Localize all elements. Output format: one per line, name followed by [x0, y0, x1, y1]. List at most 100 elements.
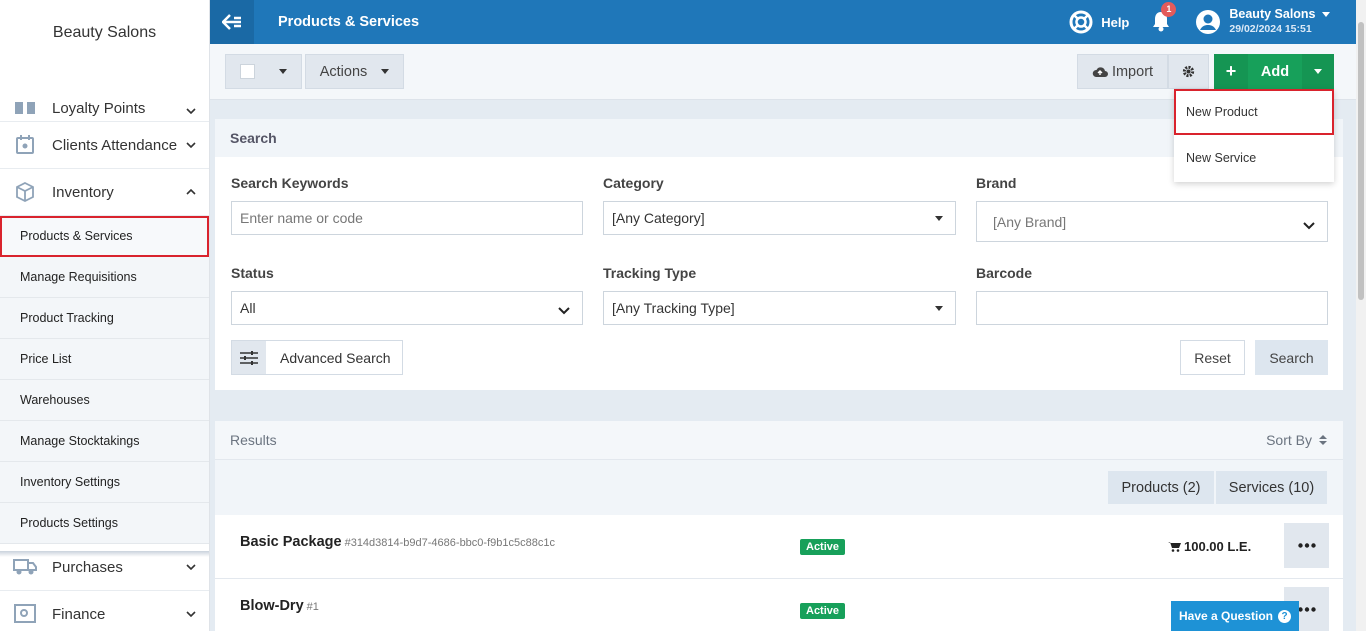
sidebar-item-product-tracking[interactable]: Product Tracking	[0, 298, 209, 339]
sidebar-item-label: Inventory	[52, 183, 114, 201]
keywords-label: Search Keywords	[231, 175, 349, 191]
brand-label: Brand	[976, 175, 1017, 191]
status-badge: Active	[800, 539, 846, 555]
sidebar-item-label: Purchases	[52, 558, 123, 576]
caret-down-icon	[935, 306, 943, 311]
add-dropdown-toggle[interactable]	[1302, 54, 1334, 89]
chevron-down-icon	[185, 561, 197, 573]
product-code: #1	[306, 601, 319, 613]
results-panel: Results Sort By Products (2) Services (1…	[215, 421, 1343, 631]
chevron-down-icon	[558, 302, 570, 318]
topbar: Products & Services Help 1 Beauty Salons…	[210, 0, 1366, 44]
chevron-down-icon	[185, 105, 197, 117]
import-label: Import	[1111, 63, 1154, 80]
sidebar-item-inventory[interactable]: Inventory	[0, 169, 209, 216]
brand-value: [Any Brand]	[993, 213, 1067, 230]
advanced-search-label: Advanced Search	[280, 349, 391, 366]
question-icon: ?	[1278, 609, 1292, 623]
sidebar-menu: Loyalty Points Clients Attendance Invent…	[0, 85, 209, 631]
sidebar-item-products-services[interactable]: Products & Services	[0, 216, 209, 257]
brand-select[interactable]: [Any Brand]	[976, 201, 1328, 242]
status-label: Status	[231, 265, 274, 281]
cart-icon	[1168, 542, 1181, 552]
help-label: Help	[1101, 14, 1130, 30]
user-menu[interactable]: Beauty Salons 29/02/2024 15:51	[1195, 7, 1330, 37]
have-a-question-button[interactable]: Have a Question ?	[1171, 601, 1299, 631]
keywords-placeholder: Enter name or code	[240, 210, 363, 226]
sidebar-item-warehouses[interactable]: Warehouses	[0, 380, 209, 421]
category-label: Category	[603, 175, 664, 191]
select-all-checkbox[interactable]	[240, 64, 255, 79]
category-select[interactable]: [Any Category]	[603, 201, 956, 235]
sidebar-item-manage-stocktakings[interactable]: Manage Stocktakings	[0, 421, 209, 462]
tracking-type-value: [Any Tracking Type]	[612, 300, 735, 316]
sidebar-item-inventory-settings[interactable]: Inventory Settings	[0, 462, 209, 503]
results-title: Results	[230, 432, 277, 448]
caret-down-icon	[1322, 12, 1330, 18]
actions-button[interactable]: Actions	[305, 54, 404, 89]
page-title: Products & Services	[278, 14, 420, 30]
sidebar-item-price-list[interactable]: Price List	[0, 339, 209, 380]
sort-by-button[interactable]: Sort By	[1266, 432, 1328, 448]
status-badge: Active	[800, 603, 846, 619]
tracking-type-label: Tracking Type	[603, 265, 697, 281]
sidebar-item-label: Finance	[52, 605, 106, 623]
settings-button[interactable]	[1168, 54, 1209, 89]
help-link[interactable]: Help	[1069, 10, 1129, 34]
notification-badge: 1	[1161, 1, 1177, 17]
advanced-search-button[interactable]: Advanced Search	[231, 340, 403, 375]
sort-by-label: Sort By	[1266, 432, 1312, 448]
import-button[interactable]: Import	[1077, 54, 1168, 89]
row-more-button[interactable]	[1284, 523, 1329, 568]
box-icon	[12, 181, 38, 203]
chevron-up-icon	[185, 186, 197, 198]
avatar-icon	[1196, 10, 1221, 34]
ellipsis-icon	[1297, 543, 1316, 548]
new-product-option[interactable]: New Product	[1174, 89, 1334, 135]
inventory-submenu: Products & Services Manage Requisitions …	[0, 216, 209, 544]
caret-down-icon	[381, 69, 390, 74]
tab-services[interactable]: Services (10)	[1216, 471, 1327, 504]
select-all-dropdown[interactable]	[225, 54, 302, 89]
actions-label: Actions	[319, 63, 368, 80]
category-value: [Any Category]	[612, 210, 705, 226]
sliders-icon	[232, 341, 266, 374]
caret-down-icon	[935, 216, 943, 221]
chevron-down-icon	[185, 139, 197, 151]
back-button[interactable]	[210, 0, 254, 44]
status-select[interactable]: All	[231, 291, 583, 325]
search-button[interactable]: Search	[1255, 340, 1328, 375]
sidebar-item-loyalty-points[interactable]: Loyalty Points	[0, 85, 209, 122]
lifebuoy-icon	[1069, 10, 1093, 34]
table-row[interactable]: Basic Package #314d3814-b9d7-4686-bbc0-f9…	[215, 515, 1343, 579]
sidebar-item-clients-attendance[interactable]: Clients Attendance	[0, 122, 209, 169]
submenu-shadow	[0, 551, 209, 557]
barcode-input[interactable]	[976, 291, 1328, 325]
sidebar-item-finance[interactable]: Finance	[0, 591, 209, 631]
brand-name: Beauty Salons	[52, 24, 157, 41]
keywords-input[interactable]: Enter name or code	[231, 201, 583, 235]
new-service-option[interactable]: New Service	[1174, 135, 1334, 181]
sidebar-item-products-settings[interactable]: Products Settings	[0, 503, 209, 544]
chevron-down-icon	[1303, 217, 1315, 233]
tab-products[interactable]: Products (2)	[1108, 471, 1214, 504]
product-name: Basic Package	[240, 534, 342, 550]
chevron-down-icon	[185, 608, 197, 620]
tracking-type-select[interactable]: [Any Tracking Type]	[603, 291, 956, 325]
page-scrollbar[interactable]	[1356, 0, 1366, 631]
sidebar-item-label: Clients Attendance	[52, 136, 178, 154]
add-dropdown-menu: New Product New Service	[1174, 89, 1334, 182]
reset-button[interactable]: Reset	[1180, 340, 1245, 375]
add-button-group[interactable]: + Add	[1214, 54, 1334, 89]
calendar-icon	[12, 134, 38, 156]
user-name: Beauty Salons	[1229, 7, 1316, 21]
gift-icon	[12, 95, 38, 117]
scrollbar-thumb[interactable]	[1358, 22, 1364, 300]
arrow-left-icon	[222, 14, 241, 30]
notifications-button[interactable]: 1	[1151, 1, 1177, 35]
question-label: Have a Question	[1178, 609, 1274, 623]
status-value: All	[240, 300, 256, 316]
product-code: #314d3814-b9d7-4686-bbc0-f9b1c5c88c1c	[344, 537, 555, 549]
sidebar-item-label: Loyalty Points	[52, 100, 146, 117]
sidebar-item-manage-requisitions[interactable]: Manage Requisitions	[0, 257, 209, 298]
